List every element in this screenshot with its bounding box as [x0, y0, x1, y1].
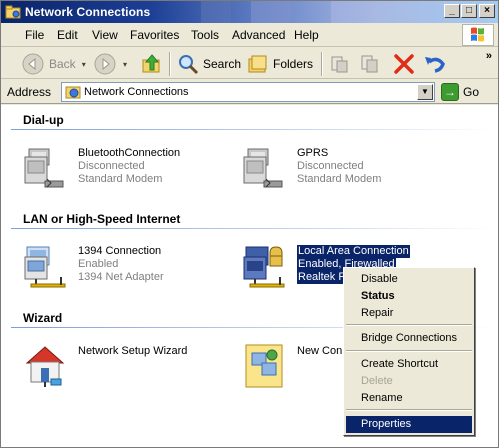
- modem-computer-icon: [23, 145, 71, 193]
- group-divider: [11, 129, 496, 130]
- lan-adapter-icon: [242, 243, 290, 291]
- menu-file[interactable]: File: [25, 28, 44, 42]
- standard-toolbar: Back ▾ ▾ Search Folders »: [1, 48, 498, 79]
- group-header-dialup: Dial-up: [23, 113, 64, 127]
- undo-icon: [425, 57, 445, 73]
- folders-label: Folders: [273, 57, 314, 71]
- ctx-delete: Delete: [361, 375, 393, 387]
- go-label: Go: [463, 85, 480, 99]
- copy-to-icon: [361, 55, 378, 73]
- address-bar: Address Network Connections ▼ → Go: [1, 80, 498, 104]
- connection-name: GPRS: [297, 147, 329, 159]
- network-connections-window: Network Connections _ □ × File Edit View…: [0, 0, 499, 448]
- wizard-name: New Conn: [297, 345, 349, 357]
- minimize-button[interactable]: _: [444, 4, 460, 18]
- menu-bar: File Edit View Favorites Tools Advanced …: [1, 23, 498, 47]
- connection-status: Enabled: [78, 258, 119, 270]
- copy-to-button[interactable]: [359, 52, 381, 76]
- go-button[interactable]: → Go: [441, 83, 479, 101]
- ctx-rename[interactable]: Rename: [346, 390, 472, 407]
- back-dropdown-icon[interactable]: ▾: [82, 60, 86, 69]
- ctx-bridge-connections[interactable]: Bridge Connections: [346, 330, 472, 347]
- move-to-icon: [331, 56, 348, 73]
- address-field[interactable]: Network Connections ▼: [61, 82, 435, 102]
- search-label: Search: [203, 57, 242, 71]
- up-button[interactable]: [141, 52, 163, 76]
- group-divider: [11, 228, 496, 229]
- move-to-button[interactable]: [329, 52, 351, 76]
- address-dropdown-button[interactable]: ▼: [417, 84, 433, 100]
- title-bar-band: [201, 1, 231, 23]
- connection-status: Disconnected: [78, 160, 145, 172]
- connection-text: New Conn: [297, 345, 348, 358]
- network-connections-icon: [65, 85, 81, 99]
- context-menu: Disable Status Repair Bridge Connections…: [343, 267, 475, 436]
- connection-status: Disconnected: [297, 160, 364, 172]
- address-value: Network Connections: [84, 86, 189, 98]
- ctx-separator: [346, 324, 472, 326]
- delete-button[interactable]: [393, 52, 415, 76]
- connection-device: Standard Modem: [297, 173, 382, 185]
- ctx-separator: [346, 350, 472, 352]
- connection-name: BluetoothConnection: [78, 147, 181, 159]
- connection-name: Local Area Connection: [297, 245, 410, 258]
- search-magnifier-icon: [179, 55, 199, 75]
- connection-text: 1394 Connection Enabled 1394 Net Adapter: [78, 245, 164, 284]
- title-bar[interactable]: Network Connections _ □ ×: [1, 1, 498, 23]
- maximize-button[interactable]: □: [461, 4, 477, 18]
- window-title: Network Connections: [25, 5, 151, 19]
- menu-favorites[interactable]: Favorites: [130, 28, 179, 42]
- connections-list-pane[interactable]: Dial-up BluetoothConnection Disconnected…: [1, 105, 498, 447]
- address-label: Address: [7, 85, 52, 99]
- ctx-separator: [346, 409, 472, 411]
- connection-device: Realtek R: [297, 271, 348, 284]
- forward-button[interactable]: ▾: [93, 52, 127, 76]
- modem-computer-icon: [242, 145, 290, 193]
- connection-device: Standard Modem: [78, 173, 163, 185]
- back-label: Back: [49, 57, 76, 71]
- forward-dropdown-icon[interactable]: ▾: [123, 60, 127, 69]
- title-bar-band: [251, 1, 291, 23]
- up-folder-icon: [142, 54, 160, 73]
- connection-device: 1394 Net Adapter: [78, 271, 164, 283]
- toolbar-overflow-chevron[interactable]: »: [486, 50, 492, 62]
- new-connection-icon: [242, 343, 290, 391]
- ctx-repair[interactable]: Repair: [346, 305, 472, 322]
- group-header-wizard: Wizard: [23, 311, 63, 325]
- wizard-name: Network Setup Wizard: [78, 345, 188, 357]
- close-button[interactable]: ×: [479, 4, 495, 18]
- undo-button[interactable]: [423, 52, 447, 76]
- delete-x-icon: [394, 54, 414, 74]
- ctx-disable[interactable]: Disable: [346, 271, 472, 288]
- title-bar-band: [331, 1, 371, 23]
- menu-help[interactable]: Help: [294, 28, 319, 42]
- folders-button[interactable]: Folders: [247, 52, 313, 76]
- toolbar-separator: [169, 52, 171, 76]
- menu-edit[interactable]: Edit: [57, 28, 78, 42]
- back-button[interactable]: Back ▾: [21, 52, 86, 76]
- ctx-status[interactable]: Status: [346, 288, 472, 305]
- back-arrow-icon: [22, 53, 44, 75]
- menu-view[interactable]: View: [92, 28, 118, 42]
- lan-adapter-icon: [23, 243, 71, 291]
- ctx-properties[interactable]: Properties: [346, 416, 472, 433]
- search-button[interactable]: Search: [177, 52, 241, 76]
- toolbar-separator: [321, 52, 323, 76]
- go-arrow-icon: →: [441, 83, 459, 101]
- connection-text: Network Setup Wizard: [78, 345, 187, 358]
- group-header-lan: LAN or High-Speed Internet: [23, 212, 181, 226]
- home-network-icon: [23, 343, 71, 391]
- menu-advanced[interactable]: Advanced: [232, 28, 285, 42]
- connection-text: GPRS Disconnected Standard Modem: [297, 147, 381, 186]
- ctx-create-shortcut[interactable]: Create Shortcut: [346, 356, 472, 373]
- connection-text: BluetoothConnection Disconnected Standar…: [78, 147, 180, 186]
- forward-arrow-icon: [94, 53, 116, 75]
- folders-icon: [248, 55, 267, 73]
- network-folder-icon: [5, 4, 21, 20]
- connection-name: 1394 Connection: [78, 245, 162, 257]
- menu-tools[interactable]: Tools: [191, 28, 219, 42]
- windows-flag-icon: [462, 24, 494, 46]
